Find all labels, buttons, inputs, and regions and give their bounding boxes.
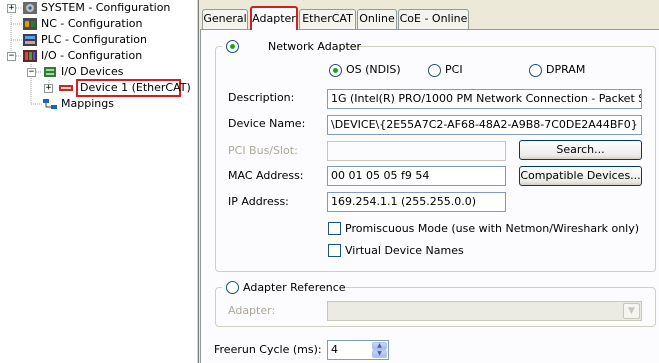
tree-item-system[interactable]: + SYSTEM - Configuration xyxy=(0,0,196,16)
collapse-icon[interactable]: − xyxy=(7,52,16,61)
virtual-device-names-label: Virtual Device Names xyxy=(345,244,464,257)
tree-item-label: PLC - Configuration xyxy=(41,33,148,46)
freerun-cycle-label: Freerun Cycle (ms): xyxy=(214,343,322,356)
tree-item-io-devices[interactable]: − I/O Devices xyxy=(0,64,196,80)
mac-address-field[interactable]: 00 01 05 05 f9 54 xyxy=(327,166,506,186)
plc-config-icon xyxy=(23,34,37,46)
network-adapter-radio[interactable] xyxy=(226,40,239,53)
search-button[interactable]: Search... xyxy=(519,140,642,160)
tree-item-label: Mappings xyxy=(61,97,114,110)
tree-item-label: I/O - Configuration xyxy=(41,49,143,62)
mac-address-label: MAC Address: xyxy=(228,169,304,182)
system-config-icon xyxy=(23,2,37,14)
expand-icon[interactable]: + xyxy=(7,4,16,13)
ethercat-device-icon xyxy=(59,85,73,91)
nc-config-icon xyxy=(23,18,37,30)
pci-bus-slot-field xyxy=(327,141,506,161)
tree-item-label: NC - Configuration xyxy=(41,17,143,30)
pci-bus-slot-label: PCI Bus/Slot: xyxy=(228,144,298,157)
io-config-icon xyxy=(23,50,37,62)
adapter-reference-header: Adapter Reference xyxy=(222,280,346,296)
description-label: Description: xyxy=(228,91,295,104)
promiscuous-mode-label: Promiscuous Mode (use with Netmon/Wiresh… xyxy=(345,222,640,235)
tree-item-label: Device 1 (EtherCAT) xyxy=(76,79,191,97)
expand-icon[interactable]: + xyxy=(44,84,53,93)
device-name-field[interactable]: \DEVICE\{2E55A7C2-AF68-48A2-A9B8-7C0DE2A… xyxy=(327,115,642,135)
dpram-radio[interactable] xyxy=(529,64,542,77)
tree-item-label: SYSTEM - Configuration xyxy=(41,1,171,14)
description-field[interactable]: 1G (Intel(R) PRO/1000 PM Network Connect… xyxy=(327,89,642,109)
spin-down-icon[interactable]: ▼ xyxy=(372,350,387,358)
dpram-label: DPRAM xyxy=(546,63,586,76)
tree-item-mappings[interactable]: Mappings xyxy=(0,96,196,112)
tab-general[interactable]: General xyxy=(202,9,248,29)
tree-item-io[interactable]: − I/O - Configuration xyxy=(0,48,196,64)
virtual-device-names-checkbox[interactable] xyxy=(328,244,341,257)
tree-item-device1[interactable]: + Device 1 (EtherCAT) xyxy=(0,79,196,97)
collapse-icon[interactable]: − xyxy=(27,68,36,77)
tree-item-label: I/O Devices xyxy=(61,65,124,78)
io-devices-icon xyxy=(44,67,56,77)
compatible-devices-button[interactable]: Compatible Devices... xyxy=(519,166,642,186)
tree-item-nc[interactable]: NC - Configuration xyxy=(0,16,196,32)
tree-view[interactable]: + SYSTEM - Configuration NC - Configurat… xyxy=(0,0,196,363)
tree-item-plc[interactable]: PLC - Configuration xyxy=(0,32,196,48)
tab-online[interactable]: Online xyxy=(357,9,397,29)
pci-radio[interactable] xyxy=(428,64,441,77)
promiscuous-mode-checkbox[interactable] xyxy=(328,222,341,235)
device-name-label: Device Name: xyxy=(228,117,306,130)
network-adapter-header: Network Adapter xyxy=(222,39,361,55)
os-ndis-label: OS (NDIS) xyxy=(346,63,401,76)
ip-address-field[interactable]: 169.254.1.1 (255.255.0.0) xyxy=(327,192,506,212)
mappings-icon xyxy=(43,99,57,109)
pci-label: PCI xyxy=(445,63,463,76)
adapter-label: Adapter: xyxy=(228,304,276,317)
os-ndis-radio[interactable] xyxy=(329,64,342,77)
tab-ethercat[interactable]: EtherCAT xyxy=(299,9,356,29)
tab-coe-online[interactable]: CoE - Online xyxy=(398,9,469,29)
ip-address-label: IP Address: xyxy=(228,195,289,208)
chevron-down-icon: ▼ xyxy=(623,303,640,319)
adapter-select: ▼ xyxy=(327,301,642,321)
network-adapter-label: Network Adapter xyxy=(268,40,362,53)
tab-adapter[interactable]: Adapter xyxy=(250,6,298,30)
adapter-reference-radio[interactable] xyxy=(226,281,239,294)
spin-up-icon[interactable]: ▲ xyxy=(372,342,387,350)
freerun-cycle-spinner[interactable]: 4 ▲ ▼ xyxy=(327,340,389,360)
freerun-cycle-value: 4 xyxy=(331,343,338,356)
adapter-reference-label: Adapter Reference xyxy=(243,281,346,294)
